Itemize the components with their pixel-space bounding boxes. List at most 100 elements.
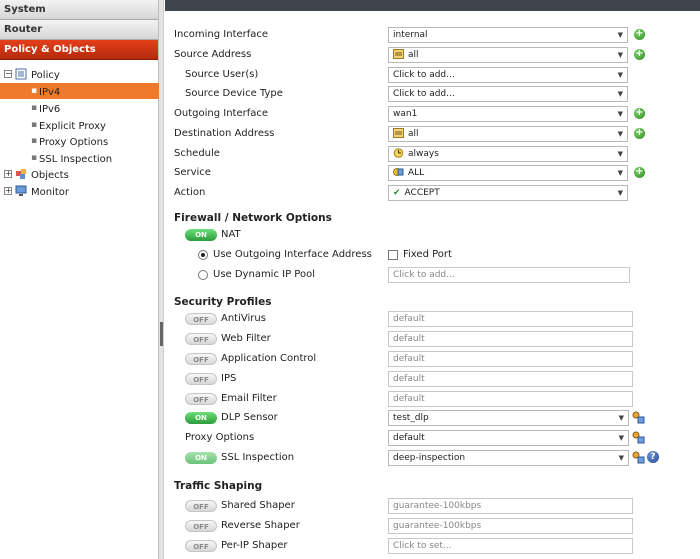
- plus-icon[interactable]: +: [634, 167, 645, 178]
- tree-item-proxy-options[interactable]: ▪ Proxy Options: [0, 133, 159, 149]
- destination-address-label: Destination Address: [174, 128, 275, 139]
- fixed-port-label: Fixed Port: [403, 249, 452, 260]
- antivirus-profile-field: default: [388, 311, 633, 327]
- ips-toggle[interactable]: OFF: [185, 373, 217, 385]
- config-icon[interactable]: [632, 451, 645, 464]
- address-icon: [393, 128, 404, 138]
- row-destination-address: Destination Address all ▼ +: [165, 124, 700, 144]
- tree-label-monitor: Monitor: [31, 187, 70, 198]
- row-schedule: Schedule always ▼: [165, 144, 700, 164]
- incoming-interface-select[interactable]: internal ▼: [388, 27, 628, 43]
- plus-icon[interactable]: +: [634, 49, 645, 60]
- incoming-interface-label: Incoming Interface: [174, 29, 269, 40]
- plus-icon[interactable]: +: [634, 108, 645, 119]
- source-device-type-select[interactable]: Click to add... ▼: [388, 86, 628, 102]
- use-dynamic-label: Use Dynamic IP Pool: [213, 269, 315, 280]
- plus-icon[interactable]: +: [634, 128, 645, 139]
- ssl-inspection-toggle[interactable]: ON: [185, 452, 217, 464]
- reverse-shaper-field: guarantee-100kbps: [388, 518, 633, 534]
- dlp-sensor-select[interactable]: test_dlp ▼: [388, 410, 629, 426]
- splitter-grip[interactable]: [160, 322, 163, 346]
- schedule-select[interactable]: always ▼: [388, 146, 628, 162]
- row-ssl-inspection: ON SSL Inspection deep-inspection ▼ ?: [165, 448, 700, 468]
- bullet-icon: ▪: [31, 153, 38, 163]
- web-filter-toggle[interactable]: OFF: [185, 333, 217, 345]
- chevron-down-icon: ▼: [617, 90, 623, 98]
- destination-address-select[interactable]: all ▼: [388, 126, 628, 142]
- row-incoming-interface: Incoming Interface internal ▼ +: [165, 25, 700, 45]
- action-label: Action: [174, 187, 206, 198]
- source-address-select[interactable]: all ▼: [388, 47, 628, 63]
- row-source-address: Source Address all ▼ +: [165, 45, 700, 65]
- nav-section-policy-objects[interactable]: Policy & Objects: [0, 40, 158, 60]
- row-application-control: OFF Application Control default: [165, 349, 700, 369]
- reverse-shaper-toggle[interactable]: OFF: [185, 520, 217, 532]
- row-use-outgoing: Use Outgoing Interface Address Fixed Por…: [165, 245, 700, 265]
- chevron-down-icon: ▼: [617, 189, 623, 197]
- antivirus-toggle[interactable]: OFF: [185, 313, 217, 325]
- application-control-profile-field: default: [388, 351, 633, 367]
- dlp-sensor-label: DLP Sensor: [221, 412, 278, 423]
- tree-item-ipv6[interactable]: ▪ IPv6: [0, 100, 159, 116]
- per-ip-shaper-field: Click to set...: [388, 538, 633, 554]
- nat-toggle[interactable]: ON: [185, 229, 217, 241]
- plus-icon[interactable]: +: [634, 29, 645, 40]
- tree-item-policy[interactable]: − Policy: [0, 66, 159, 82]
- action-select[interactable]: ✔ ACCEPT ▼: [388, 185, 628, 201]
- proxy-options-label: Proxy Options: [185, 432, 255, 443]
- traffic-shaping-heading: Traffic Shaping: [174, 480, 263, 492]
- chevron-down-icon: ▼: [617, 31, 623, 39]
- service-select[interactable]: ALL ▼: [388, 165, 628, 181]
- nav-section-router[interactable]: Router: [0, 20, 158, 40]
- config-icon[interactable]: [632, 411, 645, 424]
- help-icon[interactable]: ?: [647, 451, 659, 463]
- dynamic-ip-pool-input[interactable]: Click to add...: [388, 267, 630, 283]
- tree-item-explicit-proxy[interactable]: ▪ Explicit Proxy: [0, 117, 159, 133]
- source-address-label: Source Address: [174, 49, 252, 60]
- policy-icon: [15, 68, 27, 80]
- use-outgoing-radio[interactable]: [198, 250, 208, 260]
- expand-icon[interactable]: +: [4, 187, 12, 195]
- tree-item-objects[interactable]: + Objects: [0, 166, 159, 182]
- dlp-sensor-toggle[interactable]: ON: [185, 412, 217, 424]
- sidebar: System Router Policy & Objects − Policy …: [0, 0, 159, 559]
- proxy-options-select[interactable]: default ▼: [388, 430, 629, 446]
- proxy-options-value: default: [393, 433, 425, 443]
- tree-item-monitor[interactable]: + Monitor: [0, 183, 159, 199]
- email-filter-toggle[interactable]: OFF: [185, 393, 217, 405]
- collapse-icon[interactable]: −: [4, 70, 12, 78]
- email-filter-profile-field: default: [388, 391, 633, 407]
- web-filter-label: Web Filter: [221, 333, 271, 344]
- tree-item-ipv4[interactable]: ▪ IPv4: [0, 83, 159, 99]
- config-icon[interactable]: [632, 431, 645, 444]
- top-bar: [165, 0, 700, 11]
- row-email-filter: OFF Email Filter default: [165, 389, 700, 409]
- source-users-select[interactable]: Click to add... ▼: [388, 67, 628, 83]
- policy-edit-form: Incoming Interface internal ▼ + Source Ad…: [165, 11, 700, 559]
- row-reverse-shaper: OFF Reverse Shaper guarantee-100kbps: [165, 516, 700, 536]
- service-label: Service: [174, 167, 211, 178]
- chevron-down-icon: ▼: [618, 434, 624, 442]
- per-ip-shaper-toggle[interactable]: OFF: [185, 540, 217, 552]
- chevron-down-icon: ▼: [617, 169, 623, 177]
- source-device-type-label: Source Device Type: [185, 88, 283, 99]
- outgoing-interface-value: wan1: [393, 109, 418, 119]
- chevron-down-icon: ▼: [617, 130, 623, 138]
- shared-shaper-field: guarantee-100kbps: [388, 498, 633, 514]
- chevron-down-icon: ▼: [618, 414, 624, 422]
- nav-section-system[interactable]: System: [0, 0, 158, 20]
- shared-shaper-toggle[interactable]: OFF: [185, 500, 217, 512]
- outgoing-interface-select[interactable]: wan1 ▼: [388, 106, 628, 122]
- fixed-port-checkbox[interactable]: [388, 250, 398, 260]
- expand-icon[interactable]: +: [4, 170, 12, 178]
- application-control-toggle[interactable]: OFF: [185, 353, 217, 365]
- row-action: Action ✔ ACCEPT ▼: [165, 183, 700, 203]
- destination-address-value: all: [408, 129, 419, 139]
- use-dynamic-radio[interactable]: [198, 270, 208, 280]
- panel-splitter[interactable]: [159, 0, 164, 559]
- nat-label: NAT: [221, 229, 241, 240]
- row-outgoing-interface: Outgoing Interface wan1 ▼ +: [165, 104, 700, 124]
- tree-item-ssl-inspection[interactable]: ▪ SSL Inspection: [0, 150, 159, 166]
- bullet-icon: ▪: [31, 120, 38, 130]
- ssl-inspection-select[interactable]: deep-inspection ▼: [388, 450, 629, 466]
